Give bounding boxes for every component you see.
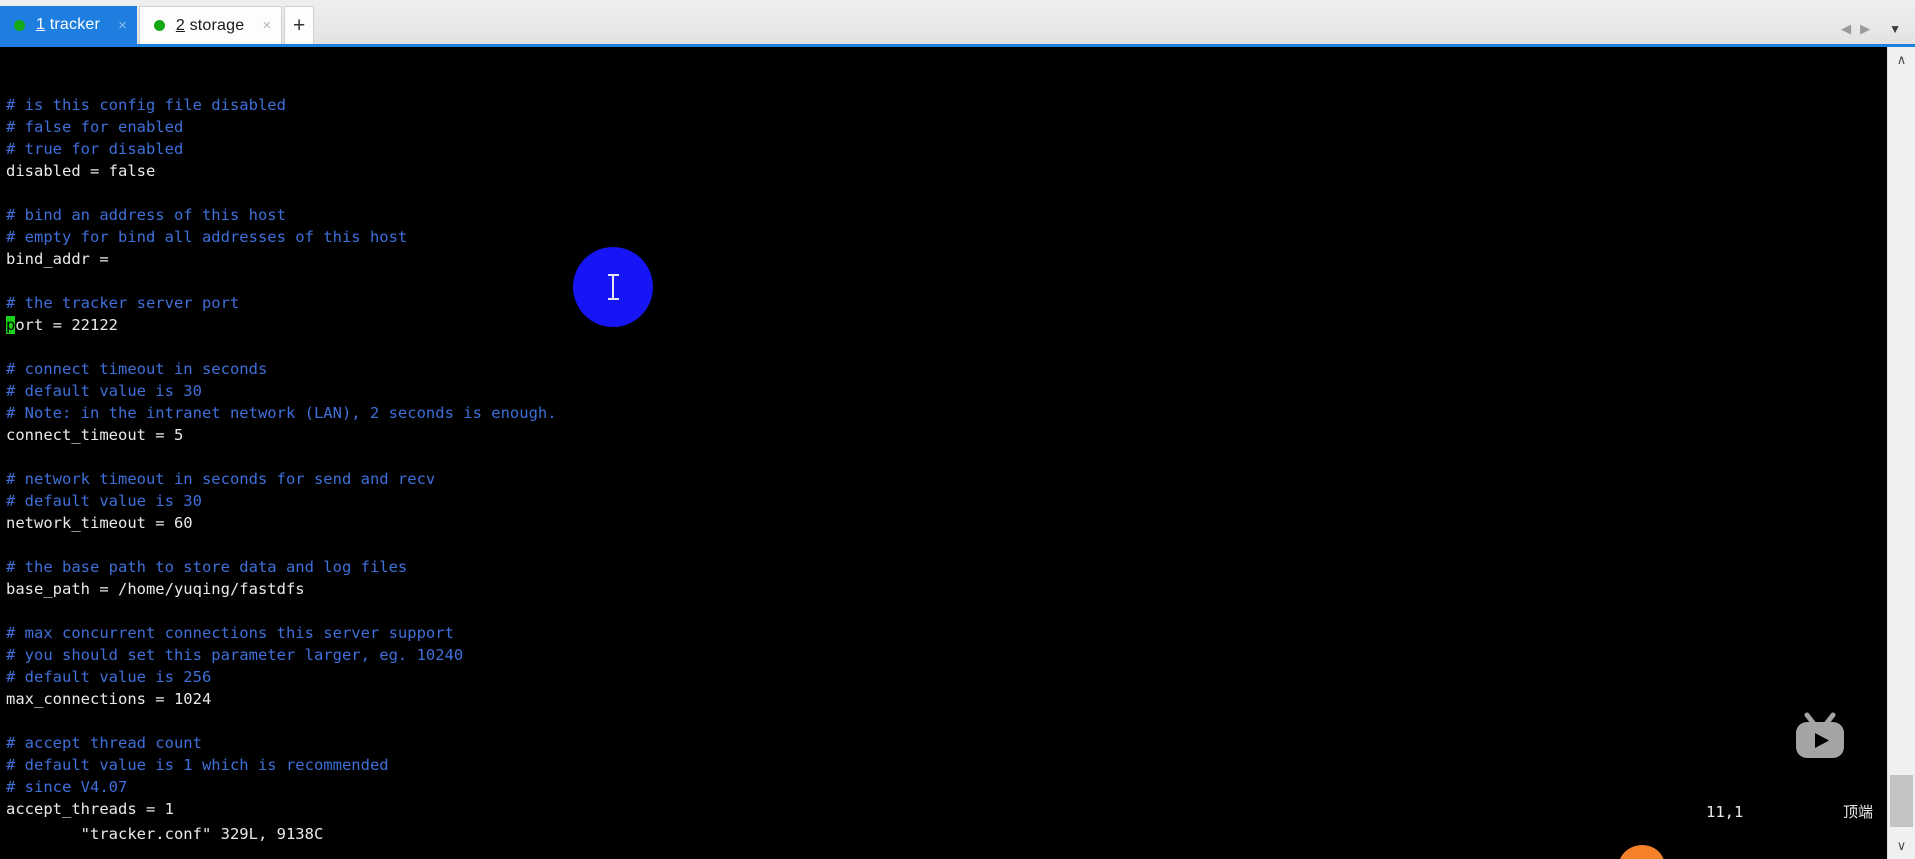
status-scroll-state: 顶端 — [1843, 803, 1874, 821]
config-setting: disabled = false — [6, 162, 156, 180]
config-line: # default value is 1 which is recommende… — [6, 754, 1887, 776]
scroll-up-icon[interactable]: ∧ — [1888, 47, 1915, 73]
chevron-down-icon[interactable]: ▼ — [1889, 23, 1901, 35]
config-comment: # empty for bind all addresses of this h… — [6, 228, 408, 246]
config-comment: # the base path to store data and log fi… — [6, 558, 408, 576]
tab-tracker-label: 1 tracker — [36, 16, 100, 34]
config-line: network_timeout = 60 — [6, 512, 1887, 534]
tab-tracker-title: tracker — [45, 16, 101, 33]
chevron-left-icon[interactable]: ◀ — [1841, 22, 1851, 35]
config-comment: # default value is 30 — [6, 492, 202, 510]
config-blank-line — [6, 534, 1887, 556]
tab-storage-label: 2 storage — [176, 17, 245, 35]
config-line: # max concurrent connections this server… — [6, 622, 1887, 644]
vim-block-cursor: p — [6, 316, 16, 334]
config-comment: # bind an address of this host — [6, 206, 286, 224]
config-blank-line — [6, 600, 1887, 622]
terminal-pane[interactable]: # is this config file disabled # false fo… — [0, 47, 1887, 859]
config-line: max_connections = 1024 — [6, 688, 1887, 710]
config-setting: max_connections = 1024 — [6, 690, 212, 708]
chevron-right-icon[interactable]: ▶ — [1860, 22, 1870, 35]
config-line: # you should set this parameter larger, … — [6, 644, 1887, 666]
config-comment: # Note: in the intranet network (LAN), 2… — [6, 404, 557, 422]
decorative-orange-shape — [1616, 842, 1666, 859]
close-icon[interactable]: × — [114, 18, 131, 33]
config-line: # accept thread count — [6, 732, 1887, 754]
config-blank-line — [6, 182, 1887, 204]
scrollbar-thumb[interactable] — [1890, 775, 1913, 827]
config-setting: network_timeout = 60 — [6, 514, 193, 532]
config-line: # the tracker server port — [6, 292, 1887, 314]
config-comment: # default value is 30 — [6, 382, 202, 400]
vim-status-bar: "tracker.conf" 329L, 9138C 11,1 顶端 — [6, 801, 1887, 843]
status-file-info: "tracker.conf" 329L, 9138C — [80, 825, 324, 843]
tab-nav-controls: ◀ ▶ ▼ — [1841, 22, 1901, 35]
tab-status-dot — [153, 20, 165, 31]
scrollbar-track[interactable] — [1888, 73, 1915, 833]
config-blank-line — [6, 336, 1887, 358]
config-comment: # false for enabled — [6, 118, 184, 136]
config-line: # default value is 30 — [6, 380, 1887, 402]
config-line: disabled = false — [6, 160, 1887, 182]
config-setting: ort = 22122 — [15, 316, 118, 334]
config-setting: bind_addr = — [6, 250, 109, 268]
config-comment: # max concurrent connections this server… — [6, 624, 454, 642]
tab-storage[interactable]: 2 storage × — [138, 6, 283, 44]
config-line: # true for disabled — [6, 138, 1887, 160]
scroll-down-icon[interactable]: ∨ — [1888, 833, 1915, 859]
config-setting: connect_timeout = 5 — [6, 426, 184, 444]
config-line: # Note: in the intranet network (LAN), 2… — [6, 402, 1887, 424]
config-line: # bind an address of this host — [6, 204, 1887, 226]
config-comment: # you should set this parameter larger, … — [6, 646, 464, 664]
config-comment: # is this config file disabled — [6, 96, 286, 114]
config-line: connect_timeout = 5 — [6, 424, 1887, 446]
tab-tracker[interactable]: 1 tracker × — [0, 6, 137, 44]
tab-tracker-index: 1 — [36, 16, 46, 33]
config-comment: # default value is 256 — [6, 668, 212, 686]
config-line: # false for enabled — [6, 116, 1887, 138]
vertical-scrollbar[interactable]: ∧ ∨ — [1887, 47, 1915, 859]
config-comment: # default value is 1 which is recommende… — [6, 756, 389, 774]
new-tab-button[interactable]: + — [284, 6, 315, 44]
tab-bar: 1 tracker × 2 storage × + ◀ ▶ ▼ — [0, 0, 1915, 47]
config-line: # the base path to store data and log fi… — [6, 556, 1887, 578]
config-blank-line — [6, 710, 1887, 732]
config-line: # since V4.07 — [6, 776, 1887, 798]
config-setting: base_path = /home/yuqing/fastdfs — [6, 580, 305, 598]
tab-storage-index: 2 — [175, 16, 185, 34]
tab-storage-title: storage — [184, 16, 245, 34]
config-comment: # network timeout in seconds for send an… — [6, 470, 436, 488]
config-comment: # accept thread count — [6, 734, 202, 752]
config-comment: # the tracker server port — [6, 294, 240, 312]
config-line: # default value is 256 — [6, 666, 1887, 688]
window-body: # is this config file disabled # false fo… — [0, 47, 1915, 859]
config-comment: # connect timeout in seconds — [6, 360, 268, 378]
config-line: port = 22122 — [6, 314, 1887, 336]
config-line: # is this config file disabled — [6, 94, 1887, 116]
config-blank-line — [6, 446, 1887, 468]
config-line: # default value is 30 — [6, 490, 1887, 512]
config-comment: # since V4.07 — [6, 778, 128, 796]
config-line: # empty for bind all addresses of this h… — [6, 226, 1887, 248]
config-line: # connect timeout in seconds — [6, 358, 1887, 380]
config-blank-line — [6, 270, 1887, 292]
tab-status-dot — [14, 19, 25, 31]
config-line: # network timeout in seconds for send an… — [6, 468, 1887, 490]
status-cursor-position: 11,1 — [1706, 803, 1744, 821]
close-icon[interactable]: × — [258, 18, 275, 33]
config-line: base_path = /home/yuqing/fastdfs — [6, 578, 1887, 600]
terminal-window: 1 tracker × 2 storage × + ◀ ▶ ▼ # is thi… — [0, 0, 1915, 859]
config-file-content: # is this config file disabled # false fo… — [6, 94, 1887, 820]
config-line: bind_addr = — [6, 248, 1887, 270]
config-comment: # true for disabled — [6, 140, 184, 158]
